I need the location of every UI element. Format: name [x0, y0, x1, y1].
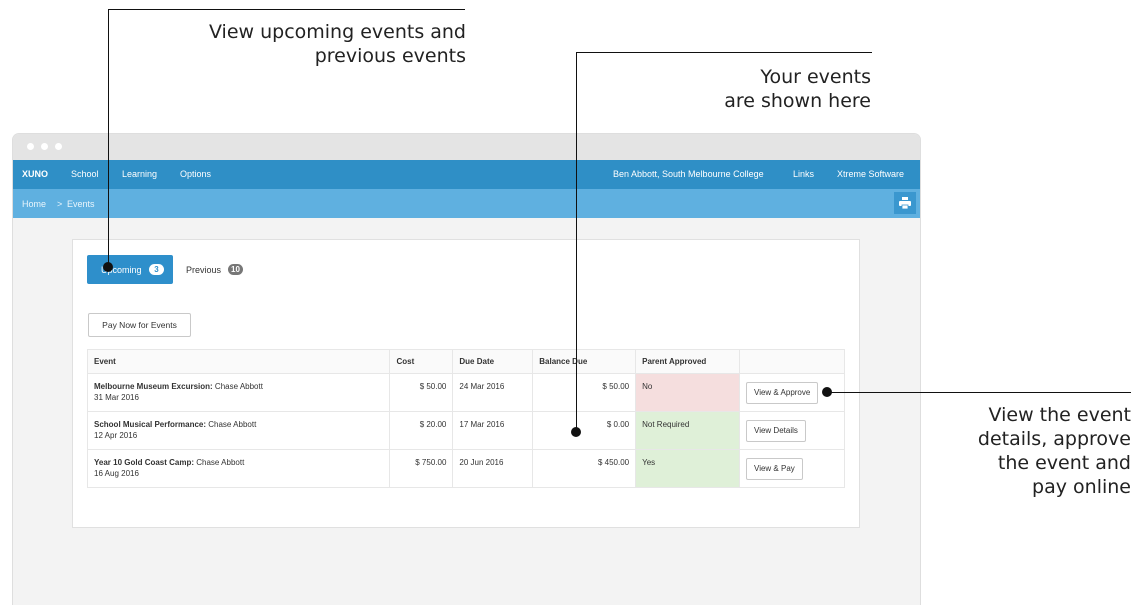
cost-cell: $ 750.00 [389, 449, 454, 488]
callout-pointer-events [571, 427, 581, 437]
window-titlebar [13, 134, 920, 160]
event-title: Year 10 Gold Coast Camp: [94, 458, 195, 467]
parent-approved-cell: Not Required [635, 411, 740, 450]
column-header-event: Event [86, 349, 391, 374]
nav-vendor[interactable]: Xtreme Software [837, 169, 904, 179]
pay-now-button[interactable]: Pay Now for Events [88, 313, 191, 337]
top-nav: XUNO School Learning Options Ben Abbott,… [13, 160, 920, 189]
due-date-cell: 17 Mar 2016 [452, 411, 534, 450]
breadcrumb: Home > Events [13, 189, 920, 218]
parent-approved-cell: No [635, 373, 740, 412]
callout-pointer-upcoming [103, 262, 113, 272]
event-date: 31 Mar 2016 [94, 393, 139, 402]
tab-upcoming[interactable]: Upcoming 3 [87, 255, 173, 284]
event-cell: Melbourne Museum Excursion: Chase Abbott… [86, 373, 391, 412]
event-cell: Year 10 Gold Coast Camp: Chase Abbott 16… [86, 449, 391, 488]
event-cell: School Musical Performance: Chase Abbott… [86, 411, 391, 450]
event-person: Chase Abbott [212, 382, 263, 391]
event-title: Melbourne Museum Excursion: [94, 382, 213, 391]
cost-cell: $ 20.00 [389, 411, 454, 450]
view-details-button[interactable]: View Details [746, 420, 806, 442]
table-row: Melbourne Museum Excursion: Chase Abbott… [86, 373, 845, 412]
event-person: Chase Abbott [206, 420, 257, 429]
tab-previous-count: 10 [228, 264, 243, 275]
nav-links[interactable]: Links [793, 169, 814, 179]
callout-view-approve-pay: View the event details, approve the even… [977, 404, 1131, 498]
breadcrumb-current: Events [67, 199, 95, 209]
balance-due-cell: $ 0.00 [532, 411, 637, 450]
balance-due-cell: $ 450.00 [532, 449, 637, 488]
view-pay-button[interactable]: View & Pay [746, 458, 803, 480]
column-header-due-date: Due Date [452, 349, 534, 374]
parent-approved-cell: Yes [635, 449, 740, 488]
print-button[interactable] [894, 192, 916, 214]
callout-line-upcoming-h [108, 9, 465, 10]
column-header-balance-due: Balance Due [532, 349, 637, 374]
print-icon [899, 197, 911, 209]
due-date-cell: 20 Jun 2016 [452, 449, 534, 488]
callout-your-events: Your events are shown here [724, 66, 871, 112]
breadcrumb-home[interactable]: Home [22, 199, 46, 209]
action-cell: View Details [739, 411, 845, 450]
callout-line-upcoming-v [108, 9, 109, 267]
view-approve-button[interactable]: View & Approve [746, 382, 819, 404]
column-header-cost: Cost [389, 349, 454, 374]
nav-item-learning[interactable]: Learning [122, 169, 157, 179]
column-header-parent-approved: Parent Approved [635, 349, 740, 374]
column-header-actions [739, 349, 845, 374]
tab-previous-label: Previous [186, 265, 222, 275]
breadcrumb-separator: > [57, 199, 63, 209]
event-person: Chase Abbott [194, 458, 245, 467]
brand-logo[interactable]: XUNO [22, 169, 48, 179]
action-cell: View & Pay [739, 449, 845, 488]
nav-item-school[interactable]: School [71, 169, 99, 179]
cost-cell: $ 50.00 [389, 373, 454, 412]
table-row: Year 10 Gold Coast Camp: Chase Abbott 16… [86, 449, 845, 488]
callout-pointer-actions [822, 387, 832, 397]
event-title: School Musical Performance: [94, 420, 207, 429]
window-control-maximize[interactable] [55, 143, 62, 150]
app-window: XUNO School Learning Options Ben Abbott,… [12, 133, 921, 605]
callout-line-events-h [576, 52, 872, 53]
event-date: 12 Apr 2016 [94, 431, 138, 440]
events-table: Event Cost Due Date Balance Due Parent A… [86, 349, 845, 488]
tab-upcoming-count: 3 [149, 264, 164, 275]
due-date-cell: 24 Mar 2016 [452, 373, 534, 412]
table-row: School Musical Performance: Chase Abbott… [86, 411, 845, 450]
balance-due-cell: $ 50.00 [532, 373, 637, 412]
window-control-minimize[interactable] [41, 143, 48, 150]
event-date: 16 Aug 2016 [94, 469, 139, 478]
callout-line-events-v [576, 52, 577, 432]
callout-upcoming-previous: View upcoming events and previous events [208, 21, 466, 67]
callout-line-actions-h [827, 392, 1131, 393]
nav-user-name[interactable]: Ben Abbott, South Melbourne College [613, 169, 764, 179]
window-control-close[interactable] [27, 143, 34, 150]
table-header-row: Event Cost Due Date Balance Due Parent A… [86, 349, 845, 374]
nav-item-options[interactable]: Options [180, 169, 211, 179]
events-panel: Upcoming 3 Previous 10 Pay Now for Event… [72, 239, 860, 528]
